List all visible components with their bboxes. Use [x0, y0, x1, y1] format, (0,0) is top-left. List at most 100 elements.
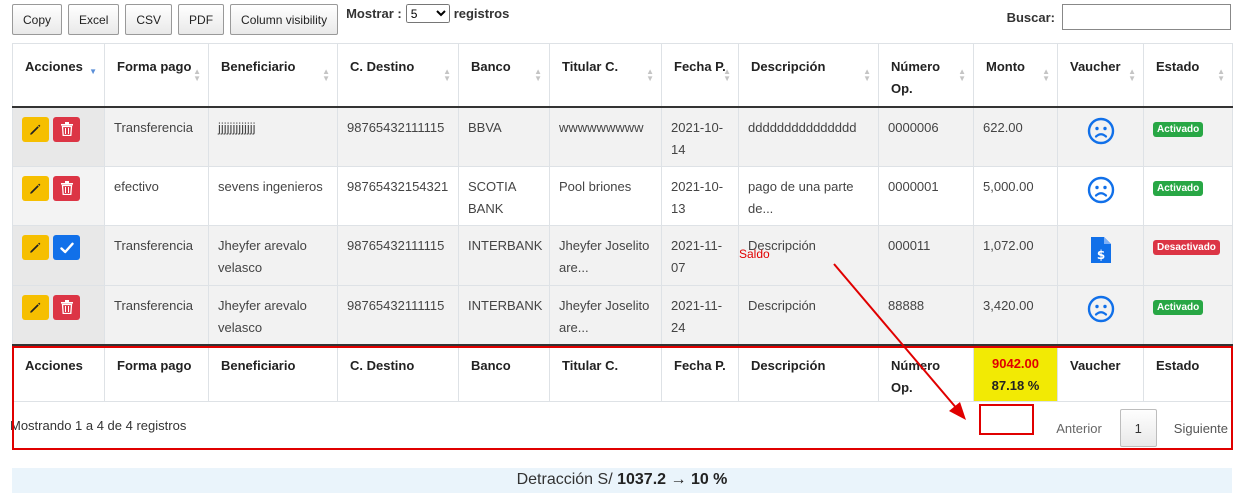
- col-header-beneficiario[interactable]: Beneficiario ▲ ▼: [208, 43, 338, 108]
- excel-button[interactable]: Excel: [68, 4, 120, 35]
- fecha-cell: 2021-11-07: [661, 225, 739, 286]
- actions-cell: [12, 225, 105, 286]
- delete-button[interactable]: [53, 116, 80, 142]
- col-header-estado[interactable]: Estado ▲ ▼: [1143, 43, 1233, 108]
- header-row: Acciones ▼ Forma pago ▲ ▼ Beneficiario ▲ ▼ C.…: [12, 43, 1233, 108]
- titular-cell: wwwwwwwww: [549, 106, 662, 167]
- pencil-icon: [30, 183, 41, 194]
- annotation-box-footer: [12, 346, 1233, 450]
- banco-cell: INTERBANK: [458, 284, 550, 345]
- fecha-cell: 2021-11-24: [661, 284, 739, 345]
- forma-pago-cell: Transferencia: [104, 106, 209, 167]
- sort-icon: ▲ ▼: [958, 67, 966, 83]
- destino-cell: 98765432111115: [337, 284, 459, 345]
- status-badge: Activado: [1153, 299, 1204, 315]
- monto-cell: 622.00: [973, 106, 1058, 167]
- search-control: Buscar:: [1007, 4, 1231, 30]
- sort-icon: ▲ ▼: [1217, 67, 1225, 83]
- col-header-descripcion[interactable]: Descripción ▲ ▼: [738, 43, 879, 108]
- descripcion-cell: Descripción: [738, 284, 879, 345]
- estado-cell: Desactivado: [1143, 225, 1233, 286]
- invoice-dollar-icon[interactable]: $: [1089, 235, 1113, 265]
- forma-pago-cell: Transferencia: [104, 284, 209, 345]
- estado-cell: Activado: [1143, 106, 1233, 167]
- approve-button[interactable]: [53, 235, 80, 260]
- voucher-cell: [1057, 106, 1144, 167]
- descripcion-cell: ddddddddddddddd: [738, 106, 879, 167]
- destino-cell: 98765432154321: [337, 165, 459, 226]
- edit-button[interactable]: [22, 235, 49, 260]
- copy-button[interactable]: Copy: [12, 4, 63, 35]
- col-header-c-destino[interactable]: C. Destino ▲ ▼: [337, 43, 459, 108]
- col-header-titular[interactable]: Titular C. ▲ ▼: [549, 43, 662, 108]
- sad-face-icon[interactable]: [1087, 176, 1115, 204]
- actions-cell: [12, 106, 105, 167]
- search-input[interactable]: [1062, 4, 1231, 30]
- column-visibility-button[interactable]: Column visibility: [230, 4, 339, 35]
- table-row: Transferencia jjjjjjjjjjjjj 987654321111…: [12, 106, 1233, 167]
- svg-text:$: $: [1096, 248, 1104, 262]
- sort-icon: ▲ ▼: [193, 67, 201, 83]
- actions-cell: [12, 284, 105, 345]
- pencil-icon: [30, 124, 41, 135]
- sort-icon: ▲ ▼: [723, 67, 731, 83]
- page-length-select[interactable]: 5: [405, 4, 450, 23]
- monto-cell: 3,420.00: [973, 284, 1058, 345]
- delete-button[interactable]: [53, 294, 80, 320]
- titular-cell: Jheyfer Joselito are...: [549, 225, 662, 286]
- destino-cell: 98765432111115: [337, 106, 459, 167]
- pencil-icon: [30, 302, 41, 313]
- banco-cell: SCOTIA BANK: [458, 165, 550, 226]
- detraccion-arrow: →: [670, 471, 687, 488]
- status-badge: Activado: [1153, 180, 1204, 196]
- numero-op-cell: 0000001: [878, 165, 974, 226]
- sad-face-icon[interactable]: [1087, 295, 1115, 323]
- sad-face-icon[interactable]: [1087, 117, 1115, 145]
- col-header-numero-op[interactable]: Número Op. ▲ ▼: [878, 43, 974, 108]
- actions-cell: [12, 165, 105, 226]
- titular-cell: Pool briones: [549, 165, 662, 226]
- sort-icon: ▲ ▼: [322, 67, 330, 83]
- numero-op-cell: 000011: [878, 225, 974, 286]
- titular-cell: Jheyfer Joselito are...: [549, 284, 662, 345]
- sort-icon: ▼: [89, 67, 97, 76]
- detraccion-summary: Detracción S/ 1037.2 → 10 %: [12, 468, 1232, 493]
- edit-button[interactable]: [22, 175, 49, 201]
- col-header-banco[interactable]: Banco ▲ ▼: [458, 43, 550, 108]
- beneficiario-cell: Jheyfer arevalo velasco: [208, 284, 338, 345]
- edit-button[interactable]: [22, 294, 49, 320]
- beneficiario-cell: jjjjjjjjjjjjj: [208, 106, 338, 167]
- annotation-saldo-label: Saldo: [739, 247, 770, 261]
- forma-pago-cell: Transferencia: [104, 225, 209, 286]
- sort-icon: ▲ ▼: [863, 67, 871, 83]
- pdf-button[interactable]: PDF: [178, 4, 225, 35]
- monto-cell: 1,072.00: [973, 225, 1058, 286]
- col-header-fecha[interactable]: Fecha P. ▲ ▼: [661, 43, 739, 108]
- col-header-forma-pago[interactable]: Forma pago ▲ ▼: [104, 43, 209, 108]
- search-label: Buscar:: [1006, 9, 1055, 25]
- descripcion-cell: pago de una parte de...: [738, 165, 879, 226]
- col-header-acciones[interactable]: Acciones ▼: [12, 43, 105, 108]
- sort-icon: ▲ ▼: [534, 67, 542, 83]
- col-header-vaucher[interactable]: Vaucher ▲ ▼: [1057, 43, 1144, 108]
- beneficiario-cell: Jheyfer arevalo velasco: [208, 225, 338, 286]
- beneficiario-cell: sevens ingenieros: [208, 165, 338, 226]
- page-length-label: Mostrar :: [346, 6, 402, 21]
- csv-button[interactable]: CSV: [125, 4, 173, 35]
- table-row: efectivo sevens ingenieros 9876543215432…: [12, 165, 1233, 226]
- page-length-suffix: registros: [453, 6, 510, 21]
- delete-button[interactable]: [53, 175, 80, 201]
- edit-button[interactable]: [22, 116, 49, 142]
- trash-icon: [60, 122, 73, 136]
- col-header-monto[interactable]: Monto ▲ ▼: [973, 43, 1058, 108]
- voucher-cell: $: [1057, 225, 1144, 286]
- status-badge: Desactivado: [1153, 240, 1220, 255]
- estado-cell: Activado: [1143, 284, 1233, 345]
- numero-op-cell: 88888: [878, 284, 974, 345]
- banco-cell: INTERBANK: [458, 225, 550, 286]
- voucher-cell: [1057, 165, 1144, 226]
- sort-icon: ▲ ▼: [443, 67, 451, 83]
- annotation-box-pagination: [979, 404, 1034, 435]
- detraccion-prefix: Detracción S/: [516, 471, 613, 488]
- check-icon: [59, 242, 74, 253]
